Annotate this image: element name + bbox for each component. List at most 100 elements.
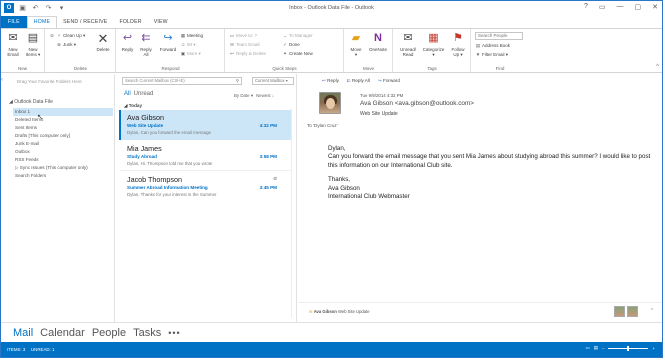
folder-rss-feeds[interactable]: RSS Feeds [13, 156, 113, 164]
collapse-pane-icon[interactable]: ‹ [1, 77, 3, 83]
nav-more-icon[interactable]: ••• [168, 328, 180, 338]
message-date: Tue 9/9/2014 4:32 PM [360, 93, 404, 98]
folder-deleted-items[interactable]: Deleted Items [13, 116, 113, 124]
follow-up-button[interactable]: ⚑ Follow Up ▾ [448, 32, 468, 57]
team-email-icon: ✉ [230, 42, 234, 47]
create-new-icon: ✦ [283, 51, 287, 56]
search-scope-dropdown[interactable]: Current Mailbox ▾ [252, 77, 294, 85]
expand-people-pane-icon[interactable]: ⌃ [650, 308, 654, 314]
folder-drafts[interactable]: Drafts [This computer only] [13, 132, 113, 140]
new-items-button[interactable]: ▤ New Items ▾ [23, 32, 43, 57]
body-line: Ava Gibson [328, 184, 360, 192]
tab-folder[interactable]: FOLDER [113, 16, 147, 28]
to-manager-quickstep[interactable]: → To Manager [282, 32, 313, 39]
collapse-ribbon-icon[interactable]: ^ [656, 64, 659, 70]
status-items-count: ITEMS: 3 [7, 347, 26, 352]
zoom-out-icon[interactable]: − [602, 346, 605, 351]
flag-icon: ⚑ [453, 32, 463, 44]
body-paragraph: Can you forward the email message that y… [328, 153, 651, 169]
unread-read-button[interactable]: ✉ Unread/ Read [397, 32, 419, 57]
forward-button[interactable]: ↪ Forward [157, 32, 179, 52]
done-quickstep[interactable]: ✓ Done [282, 41, 300, 48]
message-item[interactable]: Ava Gibson Web Site Update 4:32 PM Dylan… [119, 110, 291, 140]
folder-list: Inbox 1 Deleted Items Sent Items Drafts … [13, 108, 113, 180]
filter-all[interactable]: All [124, 91, 131, 97]
address-book-button[interactable]: ▤ Address Book [475, 42, 510, 49]
move-to-quickstep[interactable]: ▭ Move to: ? [229, 32, 257, 39]
message-item[interactable]: Mia James Study Abroad 3:58 PM Dylan, Hi… [119, 141, 291, 171]
tab-view[interactable]: VIEW [148, 16, 174, 28]
message-from[interactable]: Ava Gibson <ava.gibson@outlook.com> [360, 100, 474, 107]
folder-sync-issues[interactable]: ▷ Sync Issues (This computer only) [13, 164, 113, 172]
close-icon[interactable]: ✕ [652, 3, 658, 11]
message-subject: Study Abroad [127, 154, 157, 159]
nav-mail[interactable]: Mail [13, 327, 33, 339]
junk-button[interactable]: ⊗ Junk ▾ [56, 41, 76, 48]
search-people-input[interactable]: Search People [475, 32, 523, 40]
group-header-today[interactable]: ◢ Today [124, 103, 142, 109]
ignore-button[interactable]: ⊘ [49, 32, 56, 39]
more-respond-button[interactable]: ▣ More ▾ [180, 50, 201, 57]
tab-file[interactable]: FILE [1, 16, 27, 28]
sort-order-toggle[interactable]: Newest ↓ [256, 93, 274, 98]
people-pane-item[interactable]: ✉ Ava Gibson Web Site Update [309, 309, 370, 314]
window-title: Inbox - Outlook Data File - Outlook [289, 5, 374, 11]
zoom-slider[interactable] [608, 345, 649, 351]
reply-button[interactable]: ↩ Reply [119, 32, 136, 52]
search-icon[interactable]: ⚲ [236, 78, 239, 84]
reading-view-icon[interactable]: ▤ [594, 345, 598, 351]
message-to[interactable]: To 'Dylan Cruz' [307, 123, 338, 128]
folder-junk-email[interactable]: Junk E-mail [13, 140, 113, 148]
onenote-button[interactable]: N OneNote [366, 32, 390, 52]
nav-people[interactable]: People [92, 327, 126, 339]
reading-reply-button[interactable]: ↩ Reply [322, 78, 339, 84]
create-new-quickstep[interactable]: ✦ Create New [282, 50, 313, 57]
message-sender: Ava Gibson [127, 113, 165, 122]
body-line: Thanks, [328, 176, 351, 184]
ribbon-display-icon[interactable]: ▭ [599, 3, 606, 11]
message-sender: Jacob Thompson [127, 175, 183, 184]
tab-home[interactable]: HOME [26, 16, 58, 28]
reading-pane: ↩ Reply ⇇ Reply All ↪ Forward Tue 9/9/20… [298, 74, 662, 322]
address-book-icon: ▤ [475, 43, 481, 48]
new-email-button[interactable]: ✉ New Email [4, 32, 22, 57]
reply-delete-quickstep[interactable]: ↩ Reply & Delete [229, 50, 266, 57]
filter-unread[interactable]: Unread [134, 91, 154, 97]
minimize-icon[interactable]: — [617, 3, 624, 11]
reading-forward-button[interactable]: ↪ Forward [378, 78, 400, 84]
message-item[interactable]: Jacob Thompson ⌀ Summer Abroad Informati… [119, 172, 291, 202]
meeting-button[interactable]: ▦ Meeting [180, 32, 203, 39]
reading-reply-all-button[interactable]: ⇇ Reply All [347, 78, 370, 84]
group-label: Quick Steps [272, 66, 297, 71]
status-right: ▭ ▤ − + [586, 345, 655, 351]
nav-tasks[interactable]: Tasks [133, 327, 161, 339]
team-email-quickstep[interactable]: ✉ Team Email [229, 41, 259, 48]
search-mailbox-input[interactable]: Search Current Mailbox (Ctrl+E) ⚲ [122, 77, 242, 85]
contact-photo[interactable] [614, 306, 625, 317]
move-button[interactable]: ▰ Move ▾ [348, 32, 364, 57]
im-button[interactable]: ☺ IM ▾ [180, 41, 196, 48]
clean-up-button[interactable]: ✧ Clean Up ▾ [56, 32, 85, 39]
sort-by-dropdown[interactable]: By Date ▾ [234, 93, 253, 99]
outlook-data-file-root[interactable]: ◢ Outlook Data File [9, 99, 53, 105]
delete-button[interactable]: ✕ Delete [93, 32, 113, 52]
filter-email-button[interactable]: ▼ Filter Email ▾ [475, 51, 508, 58]
folder-search-folders[interactable]: Search Folders [13, 172, 113, 180]
categorize-button[interactable]: ▦ Categorize ▾ [420, 32, 447, 57]
maximize-icon[interactable]: ▢ [635, 3, 642, 11]
folder-outbox[interactable]: Outbox [13, 148, 113, 156]
window-controls: ? ▭ — ▢ ✕ [584, 3, 658, 11]
group-quick-steps: ▭ Move to: ? ✉ Team Email ↩ Reply & Delete … [226, 29, 344, 72]
people-pictures [614, 306, 638, 317]
nav-calendar[interactable]: Calendar [40, 327, 85, 339]
folder-sent-items[interactable]: Sent Items [13, 124, 113, 132]
message-list-scrollbar[interactable] [291, 108, 295, 318]
normal-view-icon[interactable]: ▭ [586, 345, 590, 351]
zoom-in-icon[interactable]: + [652, 346, 655, 351]
message-time: 4:32 PM [259, 123, 277, 128]
reply-all-button[interactable]: ⇇ Reply All [137, 32, 155, 57]
tab-send-receive[interactable]: SEND / RECEIVE [57, 16, 113, 28]
contact-photo[interactable] [627, 306, 638, 317]
help-icon[interactable]: ? [584, 3, 588, 11]
folder-inbox[interactable]: Inbox 1 [13, 108, 113, 116]
